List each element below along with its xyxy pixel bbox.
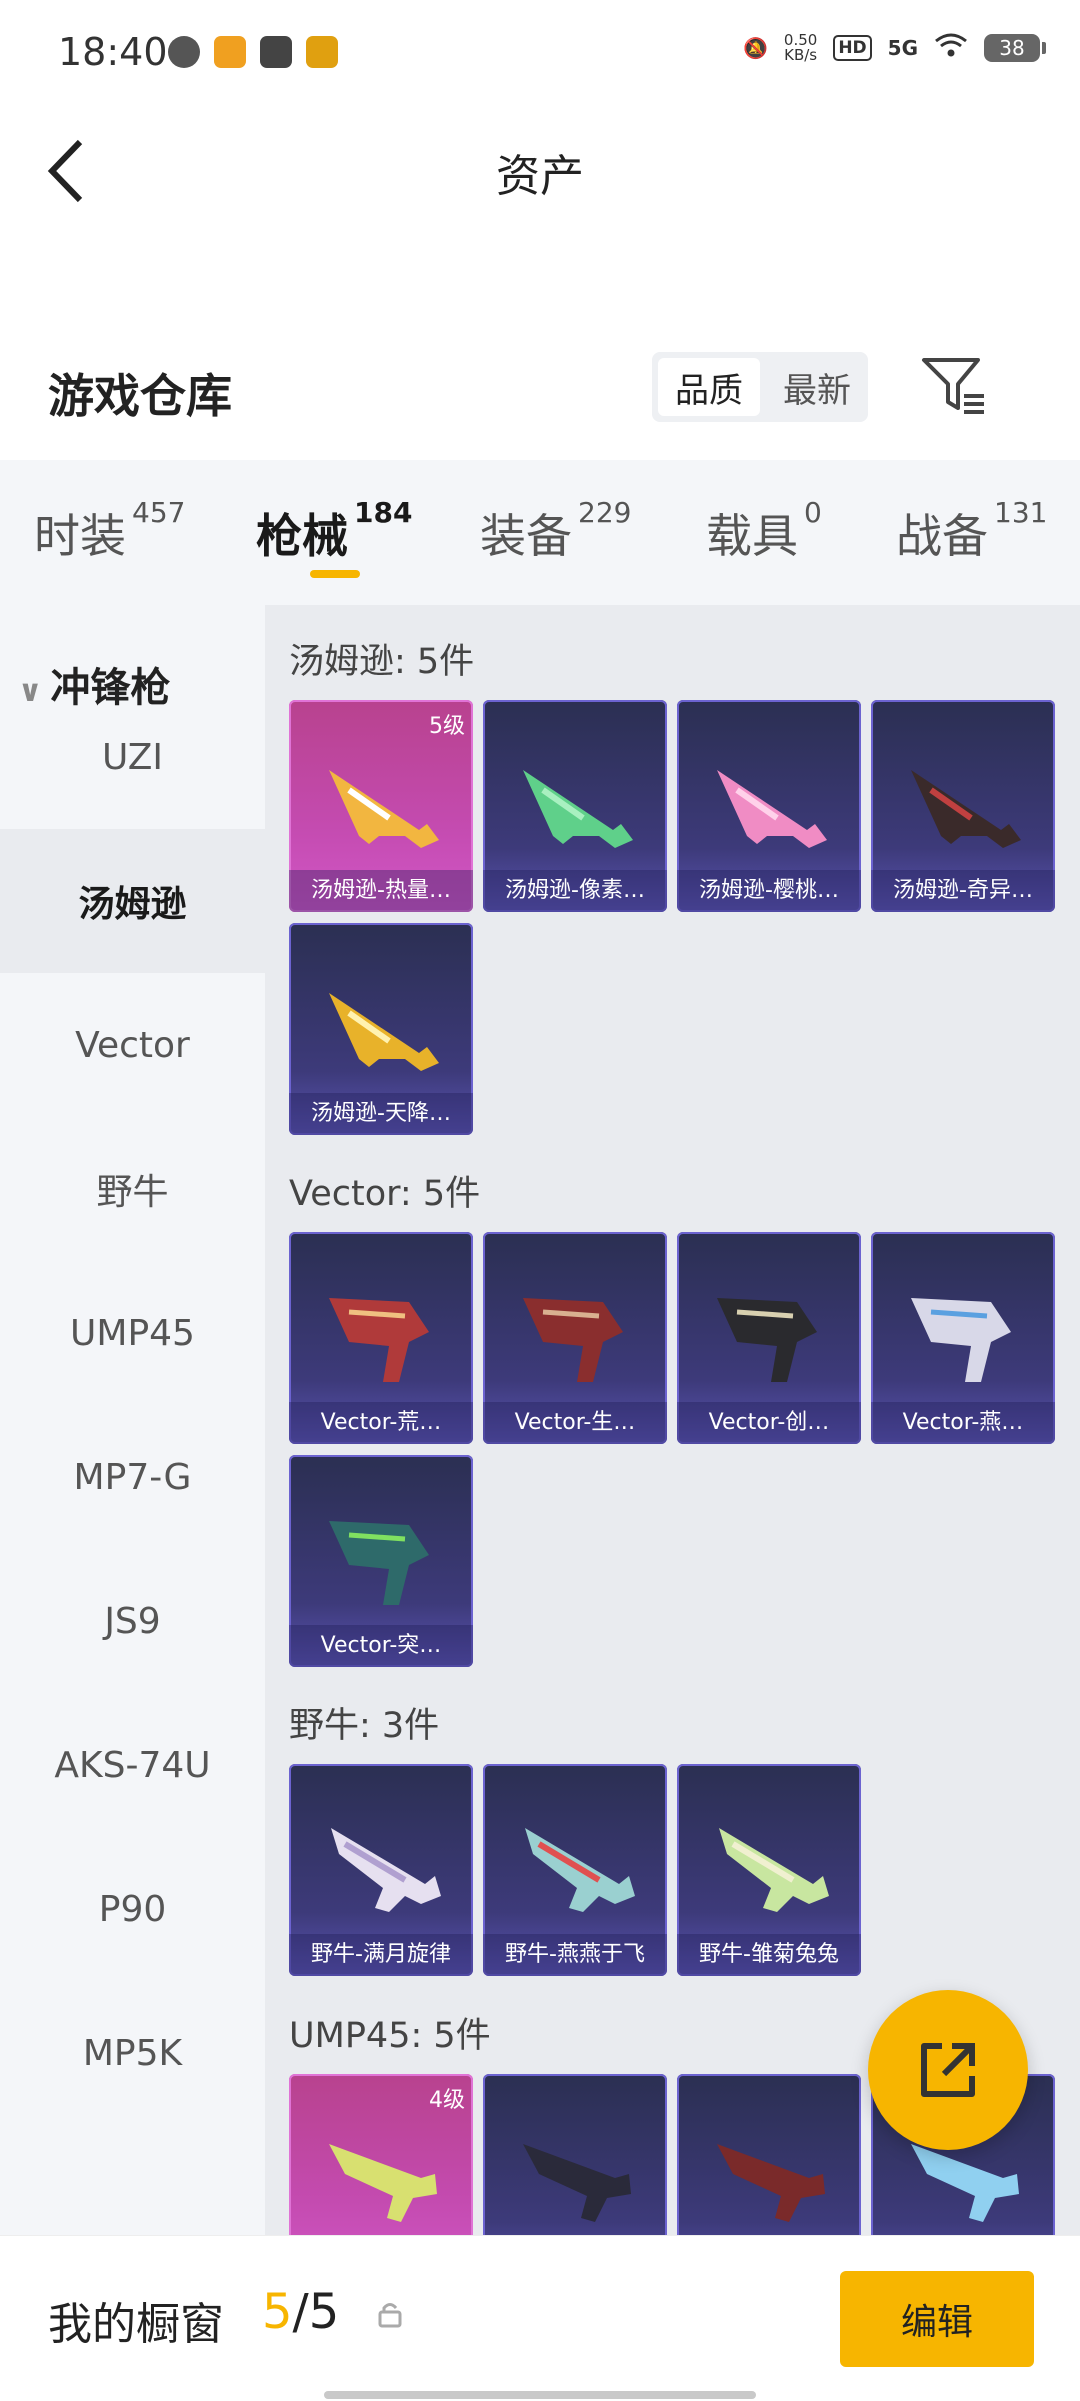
sidebar-item-thompson[interactable]: 汤姆逊 [0, 829, 265, 973]
skin-card[interactable]: 野牛-燕燕于飞 [483, 1764, 667, 1976]
skin-card[interactable]: 汤姆逊-像素… [483, 700, 667, 912]
lock-icon [378, 2303, 402, 2328]
sort-toggle: 品质 最新 [652, 352, 868, 422]
sidebar-item-p90[interactable]: P90 [0, 1837, 265, 1981]
gun-skin-image [523, 770, 633, 848]
skin-name: 汤姆逊-天降… [289, 1093, 473, 1135]
level-badge: 4级 [429, 2088, 465, 2113]
hd-icon: HD [833, 34, 872, 61]
showcase-count: 5/5 [262, 2284, 340, 2340]
skin-name: Vector-荒… [289, 1402, 473, 1444]
skin-name: 汤姆逊-樱桃… [677, 870, 861, 912]
skin-name: Vector-突… [289, 1625, 473, 1667]
weapon-sidebar: ∨ 冲锋枪 UZI 汤姆逊 Vector 野牛 UMP45 MP7-G JS9 A… [0, 605, 265, 2235]
skin-card[interactable]: Vector-创… [677, 1232, 861, 1444]
status-indicators: 🔕 0.50 KB/s HD 5G 38 [743, 30, 1046, 64]
skin-card[interactable]: 汤姆逊-天降… [289, 923, 473, 1135]
skin-card[interactable]: Vector-燕… [871, 1232, 1055, 1444]
skin-name: 汤姆逊-奇异… [871, 870, 1055, 912]
app-notification-icon [168, 36, 200, 68]
edit-button[interactable]: 编辑 [840, 2271, 1034, 2367]
notification-icons [168, 36, 338, 68]
group-title-thompson: 汤姆逊: 5件 [289, 642, 475, 682]
showcase-label: 我的橱窗 [48, 2299, 224, 2350]
status-bar: 18:40 🔕 0.50 KB/s HD 5G 38 [0, 0, 1080, 110]
active-tab-indicator [310, 570, 360, 578]
skin-name: Vector-燕… [871, 1402, 1055, 1444]
filter-icon[interactable] [920, 356, 990, 416]
tab-supplies[interactable]: 战备 131 [896, 496, 1047, 566]
tab-vehicles[interactable]: 载具 0 [706, 496, 822, 566]
level-badge: 5级 [429, 714, 465, 739]
gun-skin-image [329, 993, 439, 1071]
top-nav: 资产 [0, 110, 1080, 230]
app-notification-icon [260, 36, 292, 68]
sidebar-item-bizon[interactable]: 野牛 [0, 1117, 265, 1261]
skin-card[interactable]: 野牛-雏菊兔兔 [677, 1764, 861, 1976]
skin-name: 野牛-满月旋律 [289, 1934, 473, 1976]
skin-card[interactable]: Vector-生… [483, 1232, 667, 1444]
skin-card[interactable]: 5级 汤姆逊-热量… [289, 700, 473, 912]
battery-icon: 38 [984, 33, 1046, 62]
skin-card[interactable]: 野牛-满月旋律 [289, 1764, 473, 1976]
gun-skin-image [717, 2144, 825, 2222]
gun-skin-image [719, 1828, 829, 1912]
gun-skin-image [911, 1298, 1011, 1382]
net-speed: 0.50 KB/s [783, 30, 818, 64]
skin-card[interactable] [677, 2074, 861, 2235]
showcase-bar: 我的橱窗 5/5 编辑 [0, 2235, 1080, 2401]
group-title-bizon: 野牛: 3件 [289, 1706, 440, 1746]
skin-card[interactable]: 4级 [289, 2074, 473, 2235]
signal-5g: 5G [887, 35, 918, 60]
skin-card[interactable]: Vector-荒… [289, 1232, 473, 1444]
gun-skin-image [329, 1298, 429, 1382]
app-notification-icon [214, 36, 246, 68]
share-icon [921, 2043, 975, 2097]
gun-skin-image [523, 1298, 623, 1382]
skin-card[interactable] [483, 2074, 667, 2235]
skin-card[interactable]: Vector-突… [289, 1455, 473, 1667]
sort-quality-button[interactable]: 品质 [658, 358, 760, 416]
home-indicator[interactable] [324, 2391, 756, 2399]
status-time: 18:40 [58, 30, 168, 74]
category-tabs: 时装 457 枪械 184 装备 229 载具 0 战备 131 [0, 460, 1080, 605]
sidebar-item-uzi[interactable]: UZI [0, 685, 265, 829]
gun-skin-image [331, 1828, 441, 1912]
sidebar-item-aks74u[interactable]: AKS-74U [0, 1693, 265, 1837]
gun-skin-image [329, 2144, 437, 2222]
gun-skin-image [717, 1298, 817, 1382]
skin-name: 野牛-雏菊兔兔 [677, 1934, 861, 1976]
sidebar-item-ump45[interactable]: UMP45 [0, 1261, 265, 1405]
gun-skin-image [911, 770, 1021, 848]
gun-skin-image [717, 770, 827, 848]
gun-skin-image [523, 2144, 631, 2222]
section-title: 游戏仓库 [48, 369, 232, 423]
gun-skin-image [329, 770, 439, 848]
app-notification-icon [306, 36, 338, 68]
share-button[interactable] [868, 1990, 1028, 2150]
sort-newest-button[interactable]: 最新 [766, 352, 868, 422]
sidebar-item-vector[interactable]: Vector [0, 973, 265, 1117]
mute-icon: 🔕 [743, 35, 768, 60]
page-title: 资产 [496, 151, 584, 202]
group-title-ump45: UMP45: 5件 [289, 2016, 491, 2056]
wifi-icon [934, 32, 968, 63]
group-title-vector: Vector: 5件 [289, 1174, 481, 1214]
tab-fashion[interactable]: 时装 457 [34, 496, 185, 566]
sidebar-item-mp7g[interactable]: MP7-G [0, 1405, 265, 1549]
skin-name: 汤姆逊-热量… [289, 870, 473, 912]
skin-name: Vector-生… [483, 1402, 667, 1444]
skin-name: Vector-创… [677, 1402, 861, 1444]
sidebar-item-js9[interactable]: JS9 [0, 1549, 265, 1693]
tab-equipment[interactable]: 装备 229 [480, 496, 631, 566]
skin-card[interactable]: 汤姆逊-奇异… [871, 700, 1055, 912]
gun-skin-image [525, 1828, 635, 1912]
sidebar-item-mp5k[interactable]: MP5K [0, 1981, 265, 2125]
skin-name: 汤姆逊-像素… [483, 870, 667, 912]
gun-skin-image [329, 1521, 429, 1605]
skin-name: 野牛-燕燕于飞 [483, 1934, 667, 1976]
skin-card[interactable]: 汤姆逊-樱桃… [677, 700, 861, 912]
tab-weapons[interactable]: 枪械 184 [256, 496, 412, 566]
